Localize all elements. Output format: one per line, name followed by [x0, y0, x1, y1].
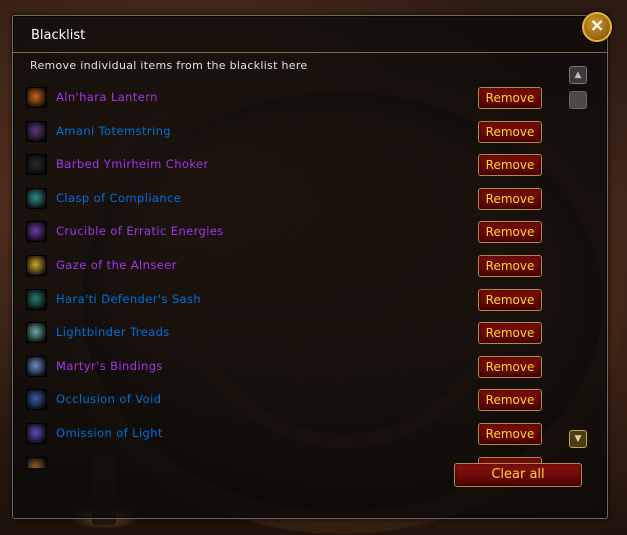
title-bar: Blacklist [13, 16, 607, 53]
blacklist-item-row: Clasp of Compliance Remove [24, 181, 554, 215]
item-name[interactable]: Barbed Ymirheim Choker [56, 157, 209, 171]
remove-button[interactable]: Remove [478, 221, 542, 244]
chevron-down-icon: ▼ [574, 434, 582, 444]
blacklist-item-row: Crucible of Erratic Energies Remove [24, 214, 554, 248]
item-name[interactable]: Lightbinder Treads [56, 325, 170, 339]
sash-icon [26, 288, 47, 310]
remove-button[interactable]: Remove [478, 120, 542, 143]
remove-button[interactable]: Remove [478, 87, 542, 109]
partial-item-icon [26, 456, 47, 468]
blacklist-item-row: Aln'hara Lantern Remove [24, 80, 554, 114]
scroll-down-button[interactable]: ▼ [569, 430, 587, 448]
item-name[interactable]: Occlusion of Void [56, 392, 161, 406]
item-name[interactable]: Clasp of Compliance [56, 191, 181, 205]
window-subtitle: Remove individual items from the blackli… [30, 59, 308, 72]
item-name[interactable]: Omission of Light [56, 426, 163, 440]
blacklist-item-row: Martyr's Bindings Remove [24, 349, 554, 383]
crucible-icon [26, 221, 47, 243]
close-button[interactable]: × [582, 12, 612, 42]
blacklist-item-list: Aln'hara Lantern Remove Amani Totemstring R… [24, 80, 554, 468]
clasp-icon [26, 187, 47, 209]
blacklist-item-row: Occlusion of Void Remove [24, 382, 554, 416]
void-icon [26, 389, 47, 411]
choker-icon [26, 154, 47, 176]
remove-button[interactable]: Remove [478, 154, 542, 177]
remove-button[interactable]: Remove [478, 423, 542, 445]
remove-button[interactable]: Remove [478, 322, 542, 345]
clear-all-button[interactable]: Clear all [454, 463, 582, 487]
gaze-icon [26, 255, 47, 276]
scroll-up-button[interactable]: ▲ [569, 66, 587, 84]
item-name[interactable]: Aln'hara Lantern [56, 90, 158, 104]
blacklist-item-row: Hara'ti Defender's Sash Remove [24, 282, 554, 316]
chevron-up-icon: ▲ [574, 70, 582, 80]
remove-button[interactable]: Remove [478, 255, 542, 277]
totemstring-icon [26, 120, 47, 142]
blacklist-item-row: Barbed Ymirheim Choker Remove [24, 147, 554, 181]
item-name[interactable]: Hara'ti Defender's Sash [56, 292, 201, 306]
remove-button[interactable]: Remove [478, 187, 542, 210]
blacklist-item-row: Lightbinder Treads Remove [24, 315, 554, 349]
blacklist-item-row: Omission of Light Remove [24, 416, 554, 450]
bindings-icon [26, 355, 47, 377]
light-icon [26, 423, 47, 444]
lantern-icon [26, 87, 47, 108]
item-name[interactable]: Crucible of Erratic Energies [56, 224, 224, 238]
window-title: Blacklist [31, 28, 86, 43]
scrollbar-thumb[interactable] [569, 91, 587, 109]
remove-button[interactable]: Remove [478, 288, 542, 311]
item-name[interactable]: Martyr's Bindings [56, 359, 163, 373]
remove-button[interactable]: Remove [478, 389, 542, 412]
item-name[interactable]: Amani Totemstring [56, 124, 171, 138]
blacklist-item-row: Amani Totemstring Remove [24, 114, 554, 148]
remove-button[interactable]: Remove [478, 355, 542, 378]
item-name[interactable]: Gaze of the Alnseer [56, 258, 177, 272]
treads-icon [26, 322, 47, 344]
close-icon: × [589, 15, 605, 36]
blacklist-item-row: Gaze of the Alnseer Remove [24, 248, 554, 282]
